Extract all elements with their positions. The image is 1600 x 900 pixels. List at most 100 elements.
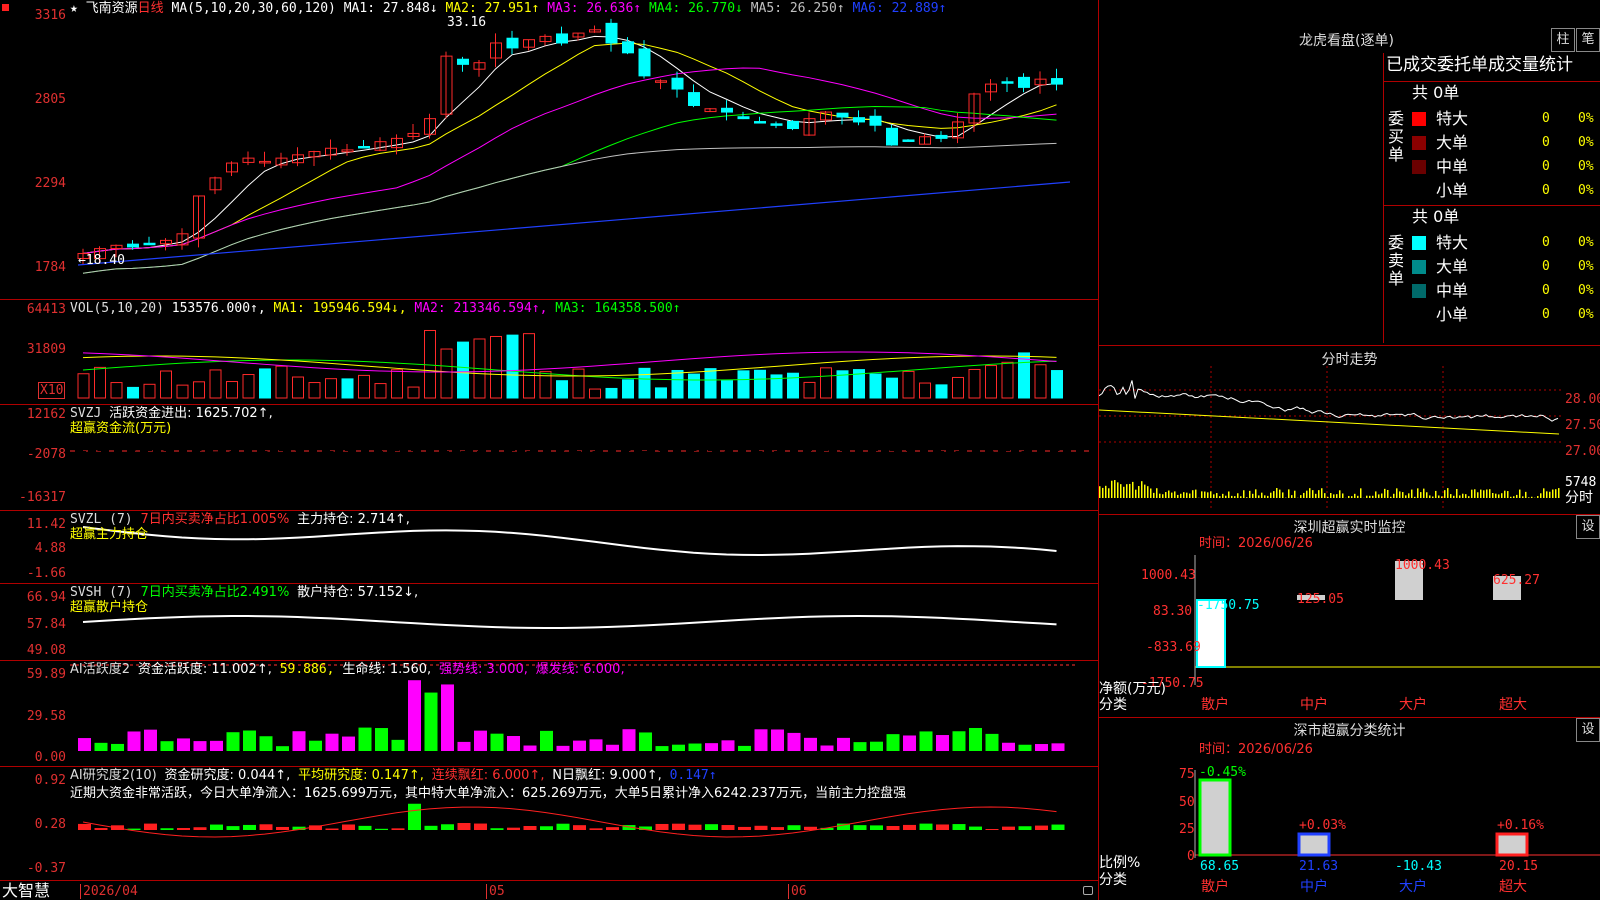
buy-row-count: 0 [1542, 135, 1550, 150]
flow-bar [246, 445, 251, 451]
intraday-vol-bar [1153, 492, 1155, 498]
intraday-vol-bar [1465, 494, 1467, 498]
intraday-vol-bar [1309, 488, 1311, 498]
sell-color-swatch [1412, 260, 1426, 274]
column-view-button[interactable]: 柱 [1551, 28, 1575, 52]
volume-bar [572, 368, 585, 399]
svzl-ytick: -1.66 [26, 566, 66, 581]
air-comment: 近期大资金非常活跃，今日大单净流入：1625.699万元，其中特大单净流入：62… [70, 786, 907, 801]
flow-bar [790, 437, 796, 451]
buy-row-name: 小单 [1436, 181, 1469, 200]
ma-line [82, 106, 1057, 274]
monitor-value-label: -1750.75 [1197, 598, 1260, 613]
volume-bar [737, 370, 750, 399]
intraday-vol-bar [1156, 488, 1158, 498]
lock-icon[interactable] [1083, 886, 1093, 895]
buy-color-swatch [1412, 160, 1426, 174]
svzl-desc2: 主力持仓: 2.714↑, [297, 512, 410, 527]
volume-bar [275, 365, 288, 399]
activity-bar [573, 740, 586, 751]
candle [737, 116, 750, 120]
ai-research-panel[interactable]: AI研究度2(10) 资金研究度: 0.044↑, 平均研究度: 0.147↑,… [0, 767, 1098, 880]
flow-bar [180, 448, 185, 451]
flow-bar [295, 439, 301, 451]
star-icon[interactable]: ★ [70, 1, 78, 16]
intraday-vol-bar [1519, 489, 1521, 498]
candle [556, 33, 568, 44]
realtime-monitor-panel[interactable]: 深圳超赢实时监控 设 时间：2026/06/26 1000.43 83.30 -… [1099, 515, 1600, 718]
candle [638, 48, 651, 77]
intraday-vol-bar [1396, 488, 1398, 498]
air-title: AI研究度2(10) [70, 768, 157, 783]
activity-bar [655, 746, 669, 751]
sell-row-name: 特大 [1436, 233, 1469, 252]
research-bar [754, 825, 768, 830]
activity-bar [111, 743, 124, 751]
ai-activity-panel[interactable]: AI活跃度2 资金活跃度: 11.002↑, 59.886, 生命线: 1.56… [0, 661, 1098, 767]
volume-bar [556, 380, 568, 399]
activity-bar [325, 733, 339, 751]
research-bar [276, 826, 289, 830]
volume-bar [457, 341, 469, 399]
svzj-panel[interactable]: SVZJ 活跃资金进出: 1625.702↑, 超赢资金流(万元) 12162 … [0, 405, 1098, 511]
intraday-vol-bar [1282, 492, 1284, 498]
research-bar [210, 824, 223, 830]
ai2-ytick: 29.58 [26, 709, 66, 724]
flow-bar [394, 440, 400, 451]
intraday-vol-bar [1117, 482, 1119, 498]
intraday-vol-bar [1171, 492, 1173, 498]
intraday-panel[interactable]: 分时走势 28.00 27.50 27.00 5748 分时 [1099, 346, 1600, 515]
ma-line [82, 42, 1057, 255]
activity-bar [1035, 744, 1048, 751]
flow-bar [856, 447, 862, 451]
intraday-vol-bar [1150, 488, 1152, 498]
research-bar [226, 826, 240, 830]
intraday-vol-bar [1447, 488, 1449, 498]
activity-bar [210, 740, 223, 751]
vol-title: VOL(5,10,20) [70, 301, 164, 316]
main-chart-area[interactable]: ★ 飞南资源日线 MA(5,10,20,30,60,120) MA1: 27.8… [0, 0, 1099, 900]
stats-cat: 中户 [1300, 879, 1328, 895]
svzj-subtitle: 超赢资金流(万元) [70, 421, 172, 436]
intraday-vol-ytick: 5748 [1565, 475, 1597, 490]
volume-bar [77, 373, 90, 399]
period-label[interactable]: 日线 [138, 1, 164, 16]
ma-params: MA(5,10,20,30,60,120) [171, 1, 336, 16]
tab-header[interactable]: 已成交委托单成交量统计 [1386, 55, 1573, 75]
volume-bar [886, 377, 898, 399]
buy-row: 大单 0 0% [1412, 132, 1598, 154]
ai-research-chart[interactable] [0, 767, 1098, 880]
price-panel[interactable]: ★ 飞南资源日线 MA(5,10,20,30,60,120) MA1: 27.8… [0, 0, 1098, 300]
air-ytick: 0.28 [34, 817, 66, 832]
intraday-vol-bar [1312, 490, 1314, 498]
right-panel: 龙虎看盘(逐单) 柱 笔 已成交委托单成交量统计 委买单 共 0单 特大 0 0% 大… [1099, 0, 1600, 900]
flow-bar [147, 447, 152, 451]
svsh-panel[interactable]: SVSH (7) 7日内买卖净占比2.491% 散户持仓: 57.152↓, 超… [0, 584, 1098, 661]
activity-bar [969, 727, 982, 751]
tick-view-button[interactable]: 笔 [1576, 28, 1600, 52]
flow-bar [774, 451, 779, 460]
research-bar [1051, 824, 1065, 830]
volume-panel[interactable]: VOL(5,10,20) 153576.000↑, MA1: 195946.59… [0, 300, 1098, 405]
intraday-vol-bar [1462, 493, 1464, 498]
lhb-panel[interactable]: 龙虎看盘(逐单) 柱 笔 已成交委托单成交量统计 委买单 共 0单 特大 0 0% 大… [1099, 0, 1600, 346]
intraday-chart[interactable] [1099, 346, 1600, 514]
retail-line [82, 614, 1057, 629]
axis-month-06: 06 [788, 884, 807, 899]
holding-line [82, 526, 1057, 557]
low-price-marker: ←18.40 [78, 253, 125, 268]
intraday-vol-bar [1441, 496, 1443, 498]
intraday-vol-bar [1204, 491, 1206, 498]
intraday-vol-bar [1264, 495, 1266, 498]
stats-cat: 散户 [1201, 879, 1229, 895]
intraday-vol-bar [1336, 494, 1338, 498]
air-ytick: 0.92 [34, 773, 66, 788]
svzl-panel[interactable]: SVZL (7) 7日内买卖净占比1.005% 主力持仓: 2.714↑, 超赢… [0, 511, 1098, 584]
candlestick-chart[interactable] [0, 0, 1098, 299]
intraday-vol-bar [1552, 489, 1554, 498]
classification-stats-panel[interactable]: 深市超赢分类统计 设 时间：2026/06/26 75 50 25 0 -0.4… [1099, 718, 1600, 900]
monitor-cat: 大户 [1399, 697, 1427, 713]
axis-month-05: 05 [486, 884, 505, 899]
sell-row-count: 0 [1542, 307, 1550, 322]
flow-bar [988, 451, 994, 458]
